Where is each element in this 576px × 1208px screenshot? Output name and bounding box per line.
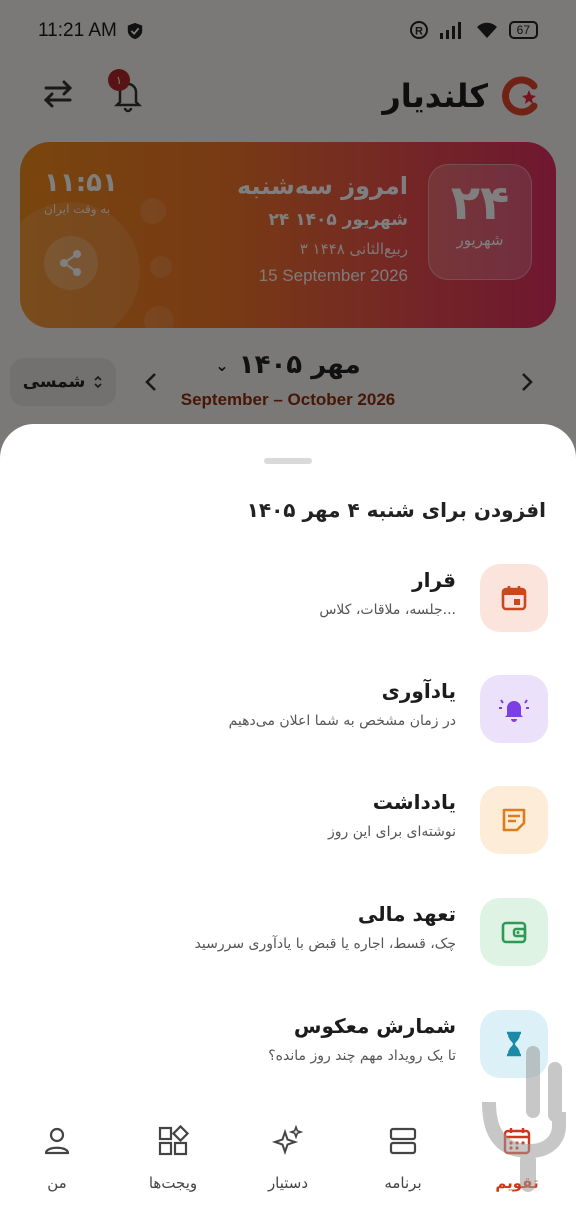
sheet-title: افزودن برای شنبه ۴ مهر ۱۴۰۵ <box>246 498 546 522</box>
nav-item-schedule[interactable]: برنامه <box>358 1124 448 1192</box>
option-text: تعهد مالی چک، قسط، اجاره یا قبض با یادآو… <box>195 902 456 952</box>
option-icon-box <box>480 898 548 966</box>
sparkles-icon <box>271 1124 304 1156</box>
option-desc: در زمان مشخص به شما اعلان می‌دهیم <box>228 713 456 729</box>
option-name: یادداشت <box>372 790 456 814</box>
option-desc: چک، قسط، اجاره یا قبض با یادآوری سررسید <box>194 936 456 952</box>
nav-item-widgets[interactable]: ویجت‌ها <box>128 1124 218 1192</box>
option-note[interactable]: یادداشت نوشته‌ای برای این روز <box>28 786 548 858</box>
option-icon-box <box>480 564 548 632</box>
person-icon <box>44 1127 70 1155</box>
option-text: قرار جلسه، ملاقات، کلاس... <box>319 568 456 618</box>
nav-label: من <box>47 1174 67 1192</box>
option-name: قرار <box>412 568 456 592</box>
option-desc: نوشته‌ای برای این روز <box>328 824 456 840</box>
option-name: شمارش معکوس <box>293 1014 456 1038</box>
bell-ring-icon <box>499 699 529 722</box>
option-name: تعهد مالی <box>357 902 456 926</box>
sheet-drag-handle[interactable] <box>264 458 312 464</box>
nav-label: برنامه <box>384 1174 422 1192</box>
nav-item-assistant[interactable]: دستیار <box>243 1124 333 1192</box>
option-desc: تا یک رویداد مهم چند روز مانده؟ <box>268 1048 456 1064</box>
nav-label: دستیار <box>267 1174 309 1192</box>
option-icon-box <box>480 786 548 854</box>
option-appointment[interactable]: قرار جلسه، ملاقات، کلاس... <box>28 564 548 636</box>
nav-label: ویجت‌ها <box>148 1174 198 1192</box>
wallet-icon <box>501 921 527 944</box>
note-icon <box>502 808 526 832</box>
option-text: شمارش معکوس تا یک رویداد مهم چند روز مان… <box>268 1014 456 1064</box>
option-icon-box <box>480 675 548 743</box>
option-name: یادآوری <box>381 679 456 703</box>
widgets-icon <box>158 1124 190 1156</box>
watermark-logo <box>482 1046 566 1192</box>
option-reminder[interactable]: یادآوری در زمان مشخص به شما اعلان می‌دهی… <box>28 675 548 747</box>
schedule-icon <box>389 1127 417 1155</box>
option-text: یادآوری در زمان مشخص به شما اعلان می‌دهی… <box>229 679 456 729</box>
option-desc: جلسه، ملاقات، کلاس... <box>319 602 456 618</box>
nav-item-me[interactable]: من <box>12 1124 102 1192</box>
option-financial[interactable]: تعهد مالی چک، قسط، اجاره یا قبض با یادآو… <box>28 898 548 970</box>
option-text: یادداشت نوشته‌ای برای این روز <box>328 790 456 840</box>
calendar-icon <box>501 586 527 611</box>
